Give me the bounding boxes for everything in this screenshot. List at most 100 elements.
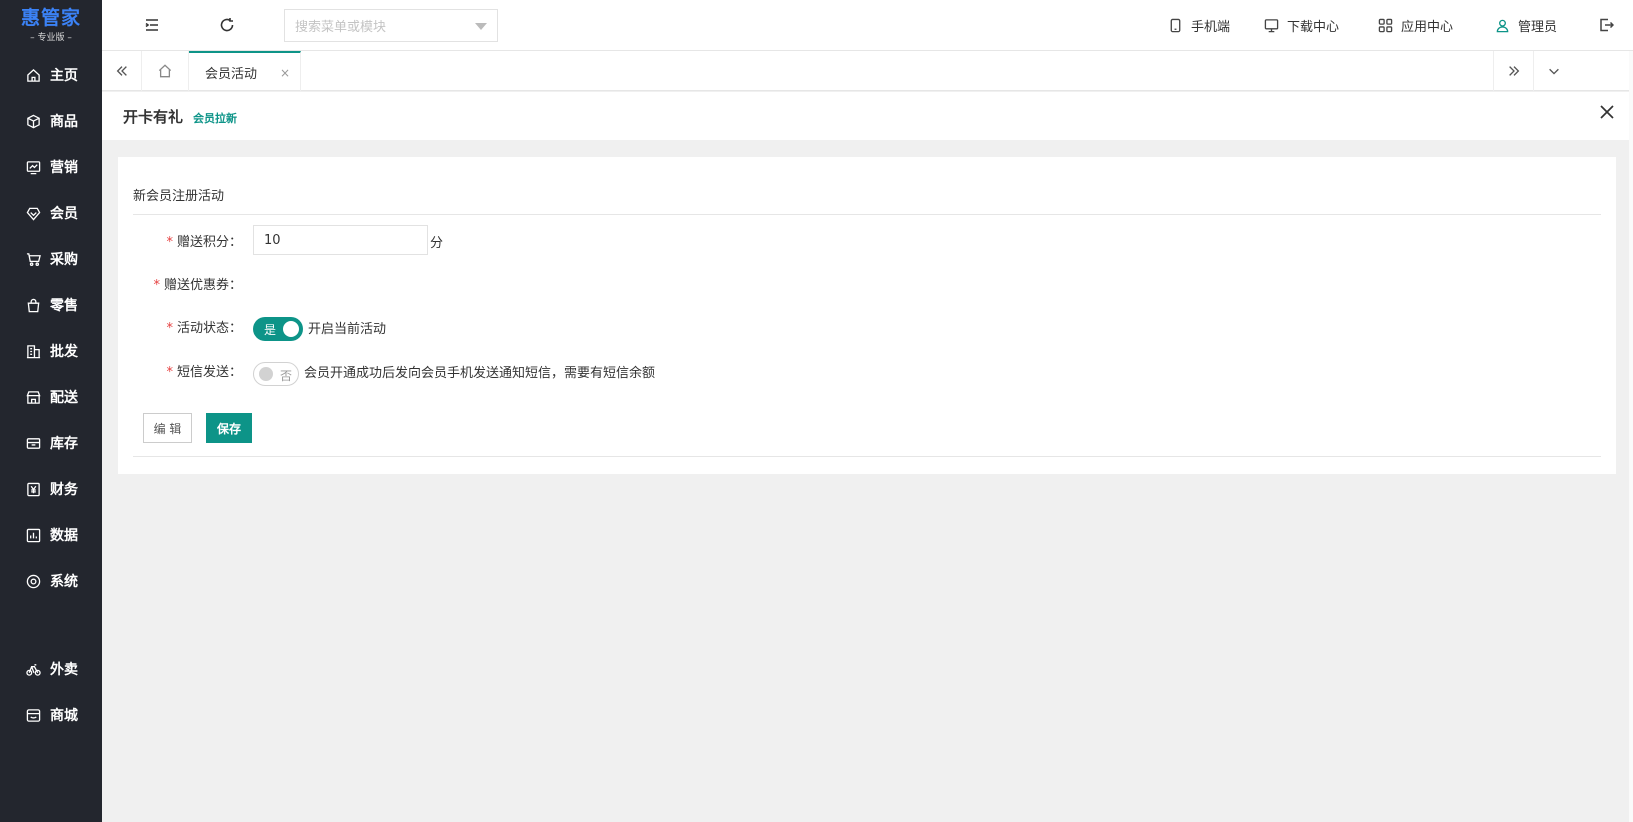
bike-icon <box>25 661 41 677</box>
sms-label: * 短信发送： <box>118 361 242 380</box>
sidebar-item-delivery[interactable]: 配送 <box>0 374 102 420</box>
sidebar-item-takeout[interactable]: 外卖 <box>0 646 102 692</box>
sidebar-item-label: 库存 <box>50 436 78 452</box>
collapse-menu-button[interactable] <box>140 13 164 37</box>
sidebar-item-label: 商城 <box>50 708 78 724</box>
yen-icon <box>25 481 41 497</box>
sidebar-item-data[interactable]: 数据 <box>0 512 102 558</box>
diamond-icon <box>25 205 41 221</box>
toggle-off-text: 否 <box>279 369 292 383</box>
tab-home[interactable] <box>142 51 189 91</box>
points-label: * 赠送积分： <box>118 231 242 250</box>
app-center-label: 应用中心 <box>1401 19 1454 35</box>
toggle-knob <box>283 321 299 337</box>
sidebar-item-mall[interactable]: 商城 <box>0 692 102 738</box>
user-icon <box>1496 19 1509 32</box>
bar-chart-icon <box>25 527 41 543</box>
points-unit: 分 <box>430 236 444 251</box>
toggle-on-text: 是 <box>264 323 277 337</box>
double-chevron-right-icon <box>1508 66 1519 76</box>
sidebar-item-label: 批发 <box>50 344 78 360</box>
sidebar-item-system[interactable]: 系统 <box>0 558 102 604</box>
sms-toggle[interactable]: 否 <box>253 362 299 386</box>
status-label: * 活动状态： <box>118 317 242 336</box>
sidebar-item-label: 零售 <box>50 298 78 314</box>
sidebar-item-label: 配送 <box>50 390 78 406</box>
brand-edition: – 专业版 – <box>30 32 72 43</box>
cart-icon <box>25 251 41 267</box>
sidebar-item-retail[interactable]: 零售 <box>0 282 102 328</box>
edit-button[interactable]: 编 辑 <box>143 413 192 443</box>
building-icon <box>25 343 41 359</box>
sidebar-item-wholesale[interactable]: 批发 <box>0 328 102 374</box>
tabs-scroll-right-button[interactable] <box>1493 51 1533 91</box>
section-title: 新会员注册活动 <box>133 189 225 204</box>
sidebar-item-label: 财务 <box>50 482 78 498</box>
shopping-bag-icon <box>25 297 41 313</box>
download-center-link[interactable]: 下载中心 <box>1264 13 1339 37</box>
brand-logo[interactable]: 惠管家 – 专业版 – <box>0 0 102 50</box>
sidebar-item-label: 商品 <box>50 114 78 130</box>
logout-button[interactable] <box>1594 13 1618 37</box>
mobile-icon <box>1170 18 1181 32</box>
sidebar-item-finance[interactable]: 财务 <box>0 466 102 512</box>
mobile-link[interactable]: 手机端 <box>1168 13 1230 37</box>
apps-grid-icon <box>1378 18 1393 32</box>
sidebar-item-label: 营销 <box>50 160 78 176</box>
required-mark: * <box>166 321 173 336</box>
divider <box>133 456 1601 457</box>
sidebar-item-inventory[interactable]: 库存 <box>0 420 102 466</box>
top-header: 搜索菜单或模块 手机端 下载中心 应用中心 管理员 <box>102 0 1633 51</box>
tab-member-activity[interactable]: 会员活动 × <box>189 51 301 91</box>
menu-fold-icon <box>145 19 158 31</box>
menu-search-placeholder: 搜索菜单或模块 <box>295 20 387 35</box>
home-icon <box>25 67 41 83</box>
tab-close-icon[interactable]: × <box>280 66 290 80</box>
page-scrollbar[interactable] <box>1629 51 1633 822</box>
sidebar-item-marketing[interactable]: 营销 <box>0 144 102 190</box>
app-root: 惠管家 – 专业版 – 主页 商品 营销 会员 采购 零售 批发 配送 库存 财… <box>0 0 1633 822</box>
archive-icon <box>25 435 41 451</box>
sidebar-item-label: 采购 <box>50 252 78 268</box>
shop-icon <box>25 707 41 723</box>
double-chevron-left-icon <box>116 66 127 76</box>
page-header: 开卡有礼 会员拉新 <box>102 92 1633 140</box>
box-icon <box>25 113 41 129</box>
refresh-icon <box>220 18 234 32</box>
mobile-link-label: 手机端 <box>1191 19 1231 35</box>
divider <box>133 214 1601 215</box>
tab-bar: 会员活动 × <box>102 51 1633 91</box>
status-label-text: 活动状态： <box>176 321 242 336</box>
sidebar-item-label: 会员 <box>50 206 78 222</box>
sidebar-item-purchase[interactable]: 采购 <box>0 236 102 282</box>
sidebar-item-label: 系统 <box>50 574 78 590</box>
page-title: 开卡有礼 <box>123 108 184 126</box>
save-button[interactable]: 保存 <box>206 413 252 443</box>
sidebar-item-member[interactable]: 会员 <box>0 190 102 236</box>
menu-search-select[interactable]: 搜索菜单或模块 <box>284 9 498 42</box>
activity-status-toggle[interactable]: 是 <box>253 317 303 341</box>
coupon-label-text: 赠送优惠券： <box>163 278 242 293</box>
chevron-down-icon <box>475 23 487 30</box>
trend-chart-icon <box>25 159 41 175</box>
refresh-button[interactable] <box>215 13 239 37</box>
tabs-dropdown-button[interactable] <box>1533 51 1573 91</box>
status-hint: 开启当前活动 <box>308 322 387 337</box>
sidebar-item-home[interactable]: 主页 <box>0 52 102 98</box>
sidebar-item-label: 外卖 <box>50 662 78 678</box>
page-close-button[interactable] <box>1599 104 1621 126</box>
toggle-knob <box>259 367 273 381</box>
coupon-label: * 赠送优惠券： <box>118 274 242 293</box>
points-input[interactable] <box>253 225 428 255</box>
sidebar-item-label: 数据 <box>50 528 78 544</box>
sidebar: 惠管家 – 专业版 – 主页 商品 营销 会员 采购 零售 批发 配送 库存 财… <box>0 0 102 822</box>
sidebar-item-label: 主页 <box>50 68 78 84</box>
tabs-scroll-left-button[interactable] <box>102 51 142 91</box>
sms-hint: 会员开通成功后发向会员手机发送通知短信，需要有短信余额 <box>304 366 656 381</box>
monitor-icon <box>1264 18 1279 32</box>
sms-label-text: 短信发送： <box>176 365 242 380</box>
app-center-link[interactable]: 应用中心 <box>1378 13 1453 37</box>
user-menu[interactable]: 管理员 <box>1495 13 1557 37</box>
settings-icon <box>25 573 41 589</box>
sidebar-item-goods[interactable]: 商品 <box>0 98 102 144</box>
